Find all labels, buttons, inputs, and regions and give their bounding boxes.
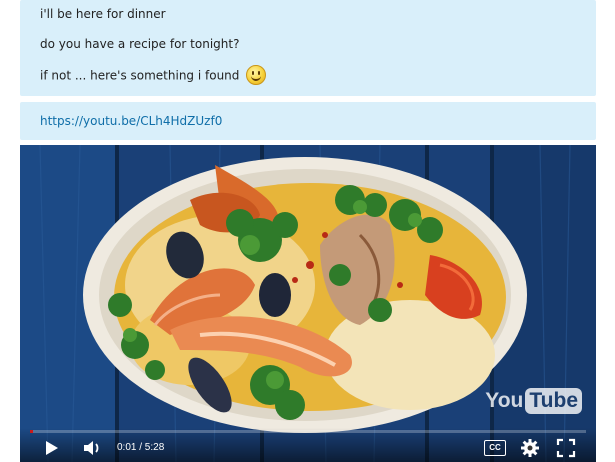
youtube-logo: You Tube [485,388,582,414]
chat-message-text: if not ... here's something i found [40,68,240,83]
captions-icon[interactable]: CC [484,440,506,456]
smiley-icon [246,65,267,85]
volume-icon[interactable] [82,438,104,458]
youtube-link[interactable]: https://youtu.be/CLh4HdZUzf0 [40,114,222,128]
chat-message: if not ... here's something i found [40,65,267,86]
chat-message-group: i'll be here for dinner do you have a re… [20,0,596,96]
chat-message: i'll be here for dinner [40,7,166,21]
video-time: 0:01 / 5:28 [117,442,165,453]
progress-bar[interactable] [30,430,586,433]
chat-message: do you have a recipe for tonight? [40,37,240,51]
fullscreen-icon[interactable] [556,438,576,458]
link-message: https://youtu.be/CLh4HdZUzf0 [20,102,596,140]
player-controls: 0:01 / 5:28 CC [20,428,596,462]
play-icon[interactable] [42,438,62,458]
video-player[interactable]: You Tube 0:01 / 5:28 CC [20,145,596,462]
settings-gear-icon[interactable] [520,438,540,458]
video-thumbnail [20,145,596,462]
progress-fill [30,430,33,433]
